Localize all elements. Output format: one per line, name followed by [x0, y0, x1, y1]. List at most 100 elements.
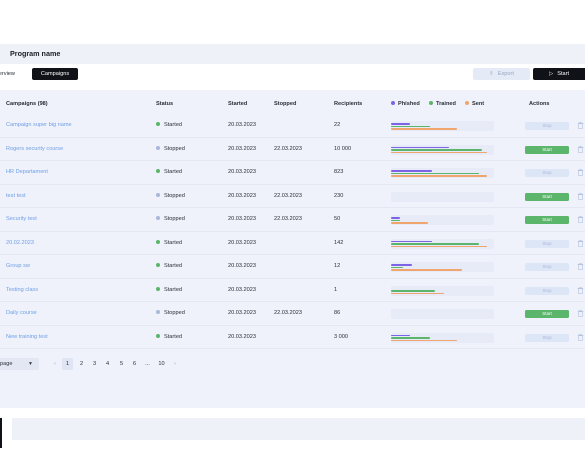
- page-number[interactable]: 2: [76, 358, 87, 370]
- stop-campaign-button[interactable]: Stop: [525, 286, 569, 295]
- stop-campaign-button[interactable]: Stop: [525, 263, 569, 271]
- table-row: Daily course Stopped 20.03.2023 22.03.2023 8…: [0, 302, 585, 326]
- trash-icon[interactable]: [576, 121, 585, 130]
- campaign-name-link[interactable]: Group sw: [6, 263, 30, 269]
- progress-bars: [391, 332, 494, 343]
- trash-icon[interactable]: [576, 286, 585, 295]
- stopped-date: 22.03.2023: [274, 310, 302, 316]
- status-dot-icon: [156, 216, 160, 221]
- col-status[interactable]: Status: [156, 101, 173, 107]
- progress-bars: [391, 168, 494, 178]
- sent-bar: [391, 151, 487, 153]
- status-text: Stopped: [164, 192, 185, 199]
- status-dot-icon: [156, 192, 160, 197]
- trained-bar: [391, 172, 479, 174]
- col-recipients[interactable]: Recipients: [334, 101, 362, 107]
- start-campaign-button[interactable]: Start: [525, 310, 569, 318]
- status-badge: Started: [156, 263, 182, 269]
- sent-bar: [391, 245, 487, 247]
- page-number[interactable]: 10: [156, 358, 167, 370]
- campaign-name-link[interactable]: HR Departament: [6, 169, 48, 175]
- phished-bar: [391, 264, 412, 266]
- phished-bar: [391, 146, 449, 148]
- started-date: 20.03.2023: [228, 216, 256, 222]
- started-date: 20.03.2023: [228, 333, 256, 340]
- recipients-count: 1: [334, 286, 338, 293]
- phished-bar: [391, 240, 433, 242]
- status-dot-icon: [156, 263, 160, 268]
- start-campaign-button[interactable]: Start: [525, 216, 569, 224]
- tab-overview[interactable]: verview: [0, 68, 15, 80]
- col-stopped[interactable]: Stopped: [274, 101, 296, 107]
- col-actions: Actions: [529, 101, 550, 107]
- status-dot-icon: [156, 286, 160, 291]
- progress-bars: [391, 238, 494, 249]
- sent-bar: [391, 222, 429, 224]
- per-page-select[interactable]: page ▼: [0, 358, 39, 370]
- trained-bar: [391, 290, 436, 292]
- campaign-name-link[interactable]: Campaign super big name: [6, 122, 72, 128]
- page-number[interactable]: 6: [129, 358, 140, 370]
- stop-campaign-button[interactable]: Stop: [525, 333, 569, 342]
- phished-bar: [391, 217, 401, 219]
- campaign-name-link[interactable]: Daily course: [6, 310, 37, 316]
- legend-trained-label: Trained: [436, 101, 456, 107]
- trash-icon[interactable]: [576, 309, 585, 318]
- page-number[interactable]: 4: [102, 358, 113, 370]
- campaign-name-link[interactable]: Rogers security course: [6, 146, 63, 152]
- started-date: 20.03.2023: [228, 192, 256, 199]
- campaign-name-link[interactable]: Security test: [6, 216, 37, 222]
- trash-icon[interactable]: [576, 239, 585, 248]
- campaign-name-link[interactable]: Testing class: [6, 287, 38, 293]
- chevron-left-icon[interactable]: ‹: [54, 358, 56, 370]
- chevron-right-icon[interactable]: ›: [174, 358, 176, 370]
- footer-edge: [0, 418, 2, 448]
- trash-icon[interactable]: [576, 145, 585, 154]
- trash-icon[interactable]: [576, 192, 585, 201]
- campaign-name-link[interactable]: 20.02.2023: [6, 240, 34, 246]
- trash-icon[interactable]: [576, 168, 585, 177]
- trash-icon[interactable]: [576, 262, 585, 271]
- recipients-count: 12: [334, 263, 341, 269]
- progress-bars: [391, 285, 494, 296]
- stop-campaign-button[interactable]: Stop: [525, 239, 569, 248]
- page-number[interactable]: 3: [89, 358, 100, 370]
- export-button[interactable]: ⇧ Export: [473, 68, 530, 80]
- recipients-count: 823: [334, 169, 344, 175]
- page-number[interactable]: 5: [116, 358, 127, 370]
- campaign-name-link[interactable]: New training test: [6, 334, 48, 340]
- play-icon: ▷: [549, 71, 554, 77]
- campaign-name-link[interactable]: test test: [6, 193, 26, 199]
- table-row: Campaign super big name Started 20.03.2023…: [0, 114, 585, 138]
- page-number[interactable]: 1: [62, 358, 73, 370]
- table-row: test test Stopped 20.03.2023 22.03.2023 230 S…: [0, 185, 585, 208]
- status-text: Started: [164, 169, 183, 175]
- start-campaign-button[interactable]: Start: [525, 145, 569, 154]
- recipients-count: 50: [334, 216, 341, 222]
- status-badge: Started: [156, 122, 182, 128]
- status-badge: Started: [156, 287, 182, 293]
- status-badge: Stopped: [156, 310, 185, 316]
- legend-trained: Trained: [429, 101, 456, 107]
- col-started[interactable]: Started: [228, 101, 247, 107]
- trash-icon[interactable]: [576, 215, 585, 224]
- start-campaign-button[interactable]: Start: [525, 192, 569, 201]
- table-row: HR Departament Started 20.03.2023 823 Stop: [0, 161, 585, 185]
- status-dot-icon: [156, 310, 160, 315]
- tab-campaigns[interactable]: Campaigns: [32, 68, 78, 80]
- start-button[interactable]: ▷ Start: [533, 68, 585, 80]
- legend-phished: Phished: [391, 101, 420, 107]
- progress-bars: [391, 309, 494, 319]
- export-label: Export: [497, 71, 514, 77]
- stop-campaign-button[interactable]: Stop: [525, 122, 569, 130]
- progress-bars: [391, 262, 494, 272]
- status-text: Started: [164, 122, 183, 128]
- col-campaigns[interactable]: Campaigns (98): [6, 101, 48, 107]
- trained-bar: [391, 337, 431, 339]
- stop-campaign-button[interactable]: Stop: [525, 169, 569, 177]
- status-text: Started: [164, 333, 183, 340]
- per-page-label: page: [0, 361, 13, 367]
- status-badge: Stopped: [156, 216, 185, 222]
- program-title: Program name: [10, 49, 61, 58]
- trash-icon[interactable]: [576, 333, 585, 342]
